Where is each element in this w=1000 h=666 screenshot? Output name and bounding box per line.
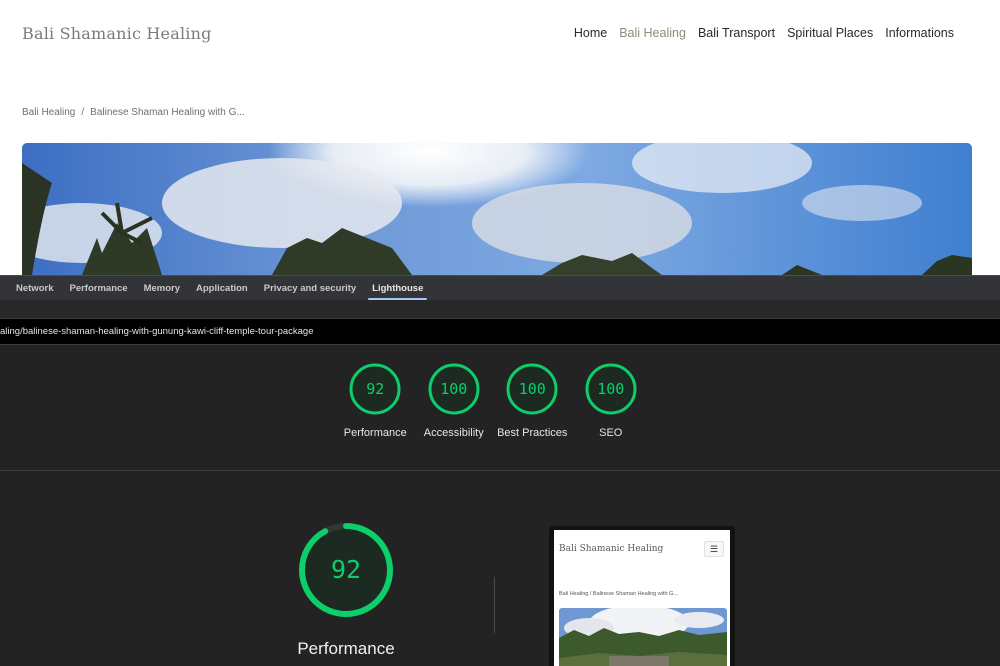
accessibility-score: 100 [440, 380, 468, 398]
tab-memory[interactable]: Memory [136, 276, 188, 301]
performance-score: 92 [366, 380, 385, 398]
seo-gauge: 100 [584, 362, 638, 416]
score-best-practices[interactable]: 100 Best Practices [493, 362, 572, 441]
best-practices-gauge: 100 [505, 362, 559, 416]
tab-network[interactable]: Network [8, 276, 61, 301]
tab-lighthouse[interactable]: Lighthouse [364, 276, 431, 301]
vertical-divider [494, 577, 495, 633]
nav-bali-healing[interactable]: Bali Healing [619, 26, 686, 40]
final-screenshot-preview[interactable]: Bali Shamanic Healing ☰ Bali Healing / B… [549, 526, 735, 666]
accessibility-gauge: 100 [427, 362, 481, 416]
main-performance-gauge: 92 [296, 520, 396, 620]
seo-score: 100 [597, 380, 625, 398]
hamburger-icon: ☰ [704, 541, 724, 557]
audited-url: aling/balinese-shaman-healing-with-gunun… [0, 326, 314, 337]
hero-image [22, 143, 972, 275]
site-logo[interactable]: Bali Shamanic Healing [22, 24, 212, 43]
preview-breadcrumb: Bali Healing / Balinese Shaman Healing w… [559, 591, 678, 597]
score-accessibility[interactable]: 100 Accessibility [415, 362, 494, 441]
devtools-tab-bar: Network Performance Memory Application P… [0, 275, 1000, 300]
breadcrumb-separator: / [81, 107, 85, 118]
best-practices-score: 100 [518, 380, 546, 398]
main-nav: Home Bali Healing Bali Transport Spiritu… [574, 26, 954, 40]
performance-gauge: 92 [348, 362, 402, 416]
tab-privacy-and-security[interactable]: Privacy and security [256, 276, 364, 301]
seo-label: SEO [599, 427, 623, 439]
best-practices-label: Best Practices [497, 427, 568, 439]
section-divider [0, 470, 1000, 471]
main-performance-label: Performance [297, 639, 395, 658]
score-summary: 92 Performance 100 Accessibility 100 Bes… [336, 362, 650, 441]
accessibility-label: Accessibility [423, 427, 484, 439]
lighthouse-toolbar [0, 300, 1000, 319]
breadcrumb: Bali Healing / Balinese Shaman Healing w… [22, 107, 245, 118]
devtools-panel: Network Performance Memory Application P… [0, 275, 1000, 666]
nav-bali-transport[interactable]: Bali Transport [698, 26, 775, 40]
breadcrumb-current: Balinese Shaman Healing with G... [90, 107, 245, 118]
main-performance-score: 92 [330, 555, 362, 584]
score-performance[interactable]: 92 Performance [336, 362, 415, 441]
performance-label: Performance [343, 427, 407, 439]
nav-home[interactable]: Home [574, 26, 607, 40]
score-seo[interactable]: 100 SEO [572, 362, 651, 441]
preview-logo: Bali Shamanic Healing [559, 544, 664, 554]
breadcrumb-parent-link[interactable]: Bali Healing [22, 107, 75, 118]
nav-informations[interactable]: Informations [885, 26, 954, 40]
tab-application[interactable]: Application [188, 276, 256, 301]
audited-url-bar: aling/balinese-shaman-healing-with-gunun… [0, 319, 1000, 345]
preview-screen: Bali Shamanic Healing ☰ Bali Healing / B… [554, 530, 730, 666]
nav-spiritual-places[interactable]: Spiritual Places [787, 26, 873, 40]
website-viewport: Bali Shamanic Healing Home Bali Healing … [0, 0, 1000, 275]
preview-hero-image [559, 608, 727, 666]
tab-performance[interactable]: Performance [61, 276, 135, 301]
